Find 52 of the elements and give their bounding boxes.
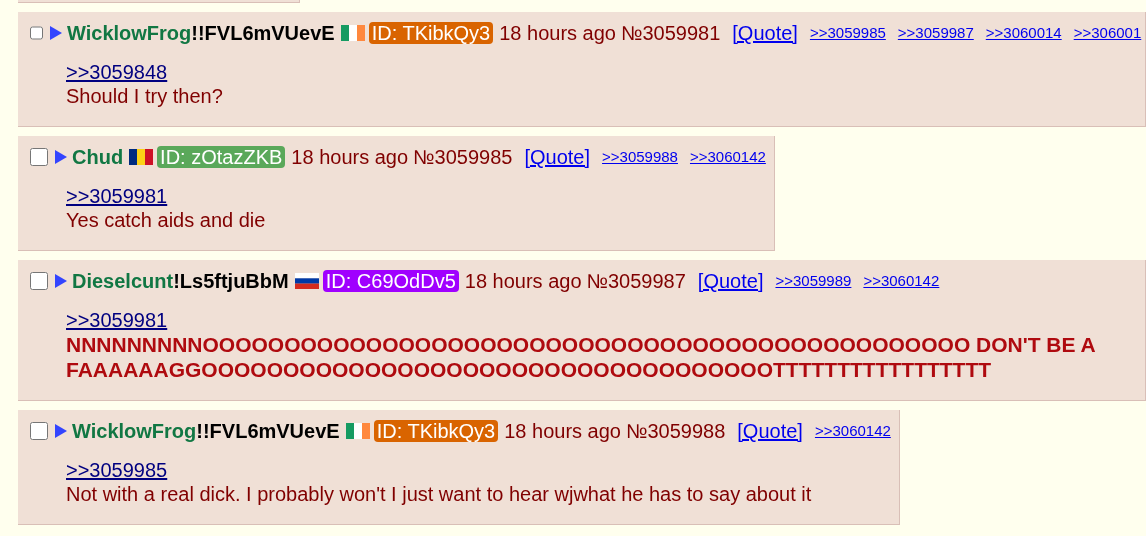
post-time: 18 hours ago <box>499 21 616 46</box>
poster-id-badge: ID: zOtazZKB <box>157 146 286 168</box>
reply-quote-link[interactable]: >>3059981 <box>66 308 168 332</box>
expand-triangle-icon[interactable] <box>49 25 63 41</box>
backlink[interactable]: >>3059988 <box>602 145 678 169</box>
backlink[interactable]: >>3059987 <box>897 21 974 45</box>
poster-name: WicklowFrog <box>67 21 192 46</box>
poster-name: Dieselcunt <box>72 269 174 294</box>
quote-link[interactable]: [Quote] <box>697 266 764 296</box>
flag-icon <box>345 423 370 439</box>
backlink[interactable]: >>3060142 <box>814 419 891 443</box>
reply-quote-link[interactable]: >>3059981 <box>66 184 168 208</box>
select-checkbox[interactable] <box>30 148 48 166</box>
poster-name: Chud <box>72 145 124 170</box>
flag-icon <box>340 25 365 41</box>
backlink[interactable]: >>3059989 <box>775 269 852 293</box>
flag-icon <box>129 149 154 165</box>
poster-name: WicklowFrog <box>72 419 197 444</box>
post-message: NNNNNNNNNOOOOOOOOOOOOOOOOOOOOOOOOOOOOOOOOOOOOOOOOOOOOOOO DON'T BE A FAAAAAAGGOOOOOOOOOOOOOOOOOOOOOOOOOOOOOOOOOOOTTTTTTTTTTTTTTTTT <box>66 332 1096 382</box>
expand-triangle-icon[interactable] <box>54 273 68 289</box>
flag-icon <box>294 273 319 289</box>
quote-link[interactable]: [Quote] <box>737 416 803 446</box>
backlink[interactable]: >>306001 <box>1073 21 1142 45</box>
post-message: Not with a real dick. I probably won't I just want to hear wjwhat he has to say about it <box>66 482 813 506</box>
post-number: №3059985 <box>413 145 513 170</box>
expand-triangle-icon[interactable] <box>54 149 68 165</box>
select-checkbox[interactable] <box>30 24 43 42</box>
expand-triangle-icon[interactable] <box>54 423 68 439</box>
post-time: 18 hours ago <box>291 145 409 170</box>
select-checkbox[interactable] <box>30 422 48 440</box>
post-number: №3059981 <box>621 21 721 46</box>
tripcode: !Ls5ftjuBbM <box>173 269 289 294</box>
tripcode: !!FVL6mVUevE <box>196 419 340 444</box>
reply-quote-link[interactable]: >>3059985 <box>66 458 168 482</box>
poster-id-badge: ID: C69OdDv5 <box>322 270 459 292</box>
quote-link[interactable]: [Quote] <box>732 18 798 48</box>
backlink[interactable]: >>3060142 <box>863 269 940 293</box>
reply-quote-link[interactable]: >>3059848 <box>66 60 168 84</box>
post-number: №3059987 <box>586 269 686 294</box>
tripcode: !!FVL6mVUevE <box>191 21 335 46</box>
post-message: Yes catch aids and die <box>66 208 267 232</box>
backlink[interactable]: >>3059985 <box>809 21 886 45</box>
select-checkbox[interactable] <box>30 272 48 290</box>
post-number: №3059988 <box>626 419 726 444</box>
post-message: Should I try then? <box>66 84 224 108</box>
post-time: 18 hours ago <box>464 269 582 294</box>
quote-link[interactable]: [Quote] <box>524 142 591 172</box>
backlink[interactable]: >>3060014 <box>985 21 1062 45</box>
poster-id-badge: ID: TKibkQy3 <box>373 420 499 442</box>
backlink[interactable]: >>3060142 <box>689 145 766 169</box>
poster-id-badge: ID: TKibkQy3 <box>368 22 494 44</box>
post-time: 18 hours ago <box>504 419 621 444</box>
